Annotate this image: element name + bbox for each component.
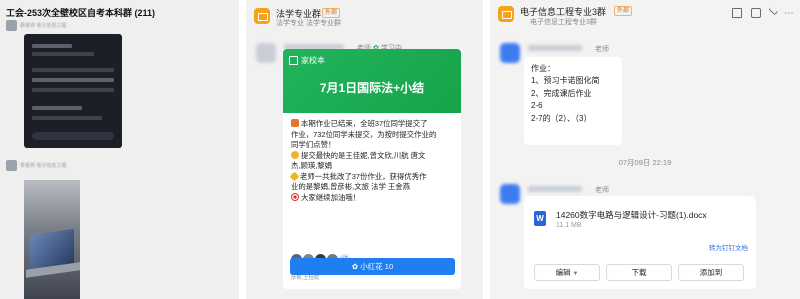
sender-name: 李老师 电子信息工程	[20, 163, 67, 169]
external-tag: 外部	[614, 6, 633, 16]
card-line: 大家继续加油哦！	[301, 192, 361, 202]
card-line: 杰,顾瑛,黎娟	[291, 161, 333, 170]
little-red-flower-button[interactable]: ✿ 小红花 10	[290, 258, 455, 275]
file-name[interactable]: 14260数字电路与逻辑设计-习题(1).docx	[556, 209, 707, 221]
card-body: 本期作业已结束，全班37位同学提交了 作业，732位同学未提交，为按时提交作业的…	[289, 119, 457, 203]
file-attachment-card[interactable]: W 14260数字电路与逻辑设计-习题(1).docx 11.1 MB 转为钉钉…	[524, 196, 756, 289]
screenshot-image[interactable]	[24, 34, 122, 148]
message-line: 2-7的（2）、（3）	[531, 113, 592, 123]
card-line: 作业，732位同学未提交，为按时提交作业的	[291, 129, 437, 139]
banner-app-name: 家校本	[301, 56, 325, 65]
teacher-role: 老师	[595, 187, 609, 194]
book-icon	[289, 56, 298, 65]
teacher-role: 老师	[595, 46, 609, 53]
card-banner: 家校本 7月1日国际法+小结	[283, 49, 461, 113]
convert-to-doc-link[interactable]: 转为钉钉文档	[709, 242, 748, 252]
card-line: 业的是黎娟,曾彦彬,文旅 法学 王金燕	[291, 182, 411, 191]
word-doc-icon: W	[534, 211, 546, 226]
sender-avatar[interactable]	[6, 20, 17, 31]
laptop-photo[interactable]	[24, 180, 80, 299]
chevron-down-icon: ▼	[572, 271, 579, 277]
sender-name: 蔡老师 电子信息工程	[20, 23, 67, 29]
sender-avatar[interactable]	[6, 160, 17, 171]
add-to-button[interactable]: 添加到	[678, 264, 744, 281]
download-button[interactable]: 下载	[606, 264, 672, 281]
chat-panel-2: 法学专业群 外部 法学专业 法学专业群 老师 ✿ 学习中 家校本 7月1日国际法…	[246, 0, 483, 299]
sender-name-blurred	[528, 45, 582, 51]
flower-icon: ✿	[351, 262, 359, 271]
video-icon[interactable]	[751, 8, 761, 18]
flower-button-label: 小红花 10	[360, 262, 394, 271]
message-line: 2-6	[531, 101, 543, 111]
divider	[239, 0, 246, 299]
megaphone-icon	[291, 119, 299, 127]
chat-panel-3: 电子信息工程专业3群 外部 电子信息工程专业3群 ⋯ 老师 作业： 1、预习卡诺…	[490, 0, 800, 299]
sender-avatar[interactable]	[256, 43, 276, 63]
group-subtitle: 法学专业 法学专业群	[276, 20, 341, 27]
target-icon	[291, 192, 299, 201]
homework-message[interactable]: 作业： 1、预习卡诺图化简 2、完成课后作业 2-6 2-7的（2）、（3）	[524, 57, 622, 145]
homework-summary-card[interactable]: 家校本 7月1日国际法+小结 本期作业已结束，全班37位同学提交了 作业，732…	[283, 49, 461, 289]
file-size: 11.1 MB	[556, 222, 582, 229]
external-tag: 外部	[322, 8, 341, 18]
group-app-icon	[254, 8, 270, 24]
group-subtitle: 电子信息工程专业3群	[530, 19, 597, 26]
sender-avatar[interactable]	[500, 184, 520, 204]
star-icon	[289, 171, 300, 181]
sender-name-blurred	[528, 186, 582, 192]
divider	[483, 0, 490, 299]
message-line: 2、完成课后作业	[531, 88, 592, 98]
card-line: 提交最快的是王佳妮,曾文欣,川航 唐文	[301, 150, 426, 160]
message-line: 作业：	[531, 64, 555, 73]
card-line: 同学们点赞！	[291, 140, 336, 149]
sender-avatar[interactable]	[500, 43, 520, 63]
file-actions: 编辑 ▼ 下载 添加到	[534, 264, 744, 281]
group-app-icon	[498, 6, 514, 22]
check-icon[interactable]	[768, 5, 779, 16]
screenshot-collage: 工会-253次全壁校区自考本科群 (211) 蔡老师 电子信息工程 李老师 电子…	[0, 0, 800, 299]
edit-button[interactable]: 编辑 ▼	[534, 264, 600, 281]
edit-button-label: 编辑	[555, 268, 571, 277]
home-icon[interactable]	[732, 8, 742, 18]
banner-title: 7月1日国际法+小结	[319, 81, 425, 95]
more-icon[interactable]: ⋯	[784, 8, 794, 18]
card-line: 老师一共批改了37份作业，获得优秀作	[300, 171, 427, 181]
chat-toolbar: ⋯	[732, 5, 794, 18]
message-line: 1、预习卡诺图化简	[531, 76, 600, 86]
card-line: 本期作业已结束，全班37位同学提交了	[301, 119, 428, 128]
chat-panel-1: 工会-253次全壁校区自考本科群 (211) 蔡老师 电子信息工程 李老师 电子…	[0, 0, 239, 299]
time-separator: 07月09日 22:19	[618, 158, 672, 167]
chat-title: 工会-253次全壁校区自考本科群 (211)	[6, 8, 156, 18]
clap-icon	[291, 150, 299, 159]
